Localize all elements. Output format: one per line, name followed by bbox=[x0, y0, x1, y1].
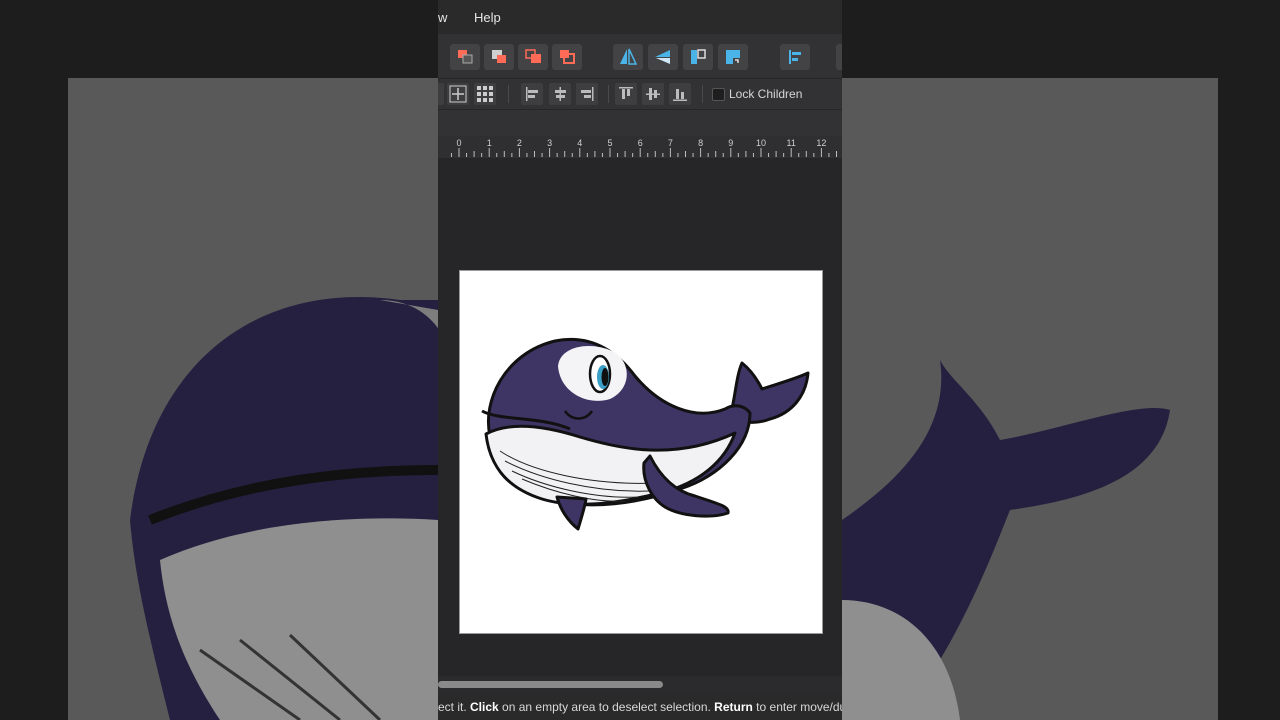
grid-layout-button[interactable] bbox=[474, 83, 496, 105]
move-to-back-icon bbox=[458, 50, 473, 64]
align-right-small-icon bbox=[581, 87, 594, 101]
align-top-small-button[interactable] bbox=[615, 83, 637, 105]
rotate-left-button[interactable] bbox=[683, 44, 713, 70]
flip-vertical-button[interactable] bbox=[648, 44, 678, 70]
align-center-small-button[interactable] bbox=[549, 83, 571, 105]
status-text-part: on an empty area to deselect selection. bbox=[498, 700, 715, 714]
scrollbar-thumb[interactable] bbox=[438, 681, 663, 688]
align-bottom-small-button[interactable] bbox=[669, 83, 691, 105]
ruler-tick-label: 4 bbox=[577, 138, 582, 148]
forward-one-button[interactable] bbox=[518, 44, 548, 70]
transform-origin-icon bbox=[449, 85, 467, 103]
ruler-scale: 0 1 2 3 4 5 6 7 8 9 10 11 12 bbox=[450, 138, 837, 157]
context-strip bbox=[438, 110, 842, 136]
status-bar: ect it. Click on an empty area to desele… bbox=[438, 694, 842, 720]
menu-item-help[interactable]: Help bbox=[474, 10, 501, 25]
grid-option-button[interactable] bbox=[438, 83, 444, 105]
separator bbox=[702, 85, 703, 103]
move-to-front-button[interactable] bbox=[552, 44, 582, 70]
align-top-small-icon bbox=[619, 87, 633, 99]
main-toolbar bbox=[438, 34, 842, 79]
align-middle-small-button[interactable] bbox=[642, 83, 664, 105]
ruler-tick-label: 10 bbox=[756, 138, 766, 148]
status-text: ect it. Click on an empty area to desele… bbox=[438, 700, 842, 714]
rotate-right-button[interactable] bbox=[718, 44, 748, 70]
align-left-small-button[interactable] bbox=[521, 83, 543, 105]
ruler-tick-label: 5 bbox=[607, 138, 612, 148]
flip-horizontal-button[interactable] bbox=[613, 44, 643, 70]
status-key-click: Click bbox=[470, 700, 499, 714]
toolbar-overflow-button[interactable] bbox=[836, 44, 842, 70]
menu-bar: w Help bbox=[438, 0, 842, 34]
align-bottom-small-icon bbox=[673, 89, 687, 101]
ruler-tick-label: 8 bbox=[698, 138, 703, 148]
move-to-front-icon bbox=[560, 50, 575, 64]
back-one-icon bbox=[492, 50, 506, 63]
artboard[interactable] bbox=[459, 270, 823, 634]
move-to-back-button[interactable] bbox=[450, 44, 480, 70]
rotate-left-icon bbox=[691, 49, 706, 64]
flip-vertical-icon bbox=[655, 50, 670, 64]
transform-origin-button[interactable] bbox=[447, 83, 469, 105]
ruler-tick-label: 6 bbox=[638, 138, 643, 148]
ruler-tick-label: 2 bbox=[517, 138, 522, 148]
horizontal-ruler: 0 1 2 3 4 5 6 7 8 9 10 11 12 bbox=[438, 136, 842, 158]
whale-illustration[interactable] bbox=[460, 271, 822, 633]
status-key-return: Return bbox=[714, 700, 753, 714]
app-window: w Help Lock Children 0 1 2 3 4 5 6 7 8 9… bbox=[438, 0, 842, 720]
separator bbox=[508, 85, 509, 103]
align-left-small-icon bbox=[526, 87, 538, 101]
align-right-small-button[interactable] bbox=[576, 83, 598, 105]
align-middle-small-icon bbox=[646, 88, 660, 100]
menu-item-partial[interactable]: w bbox=[438, 10, 447, 25]
align-left-icon bbox=[789, 50, 801, 64]
align-center-small-icon bbox=[555, 87, 566, 101]
ruler-tick-label: 0 bbox=[456, 138, 461, 148]
back-one-button[interactable] bbox=[484, 44, 514, 70]
ruler-tick-label: 11 bbox=[787, 138, 796, 148]
ruler-tick-label: 7 bbox=[668, 138, 673, 148]
lock-children-checkbox[interactable] bbox=[712, 88, 725, 101]
ruler-tick-label: 9 bbox=[728, 138, 733, 148]
status-text-part: to enter move/du bbox=[752, 700, 842, 714]
flip-horizontal-icon bbox=[620, 48, 638, 65]
lock-children-label: Lock Children bbox=[729, 87, 803, 101]
ruler-tick-label: 3 bbox=[547, 138, 552, 148]
grid-icon bbox=[477, 86, 493, 102]
align-left-button[interactable] bbox=[780, 44, 810, 70]
ruler-tick-label: 12 bbox=[816, 138, 826, 148]
rotate-right-icon bbox=[726, 50, 740, 64]
separator bbox=[608, 85, 609, 103]
ruler-tick-label: 1 bbox=[487, 138, 492, 148]
status-text-part: ect it. bbox=[438, 700, 471, 714]
forward-one-icon bbox=[525, 49, 541, 63]
